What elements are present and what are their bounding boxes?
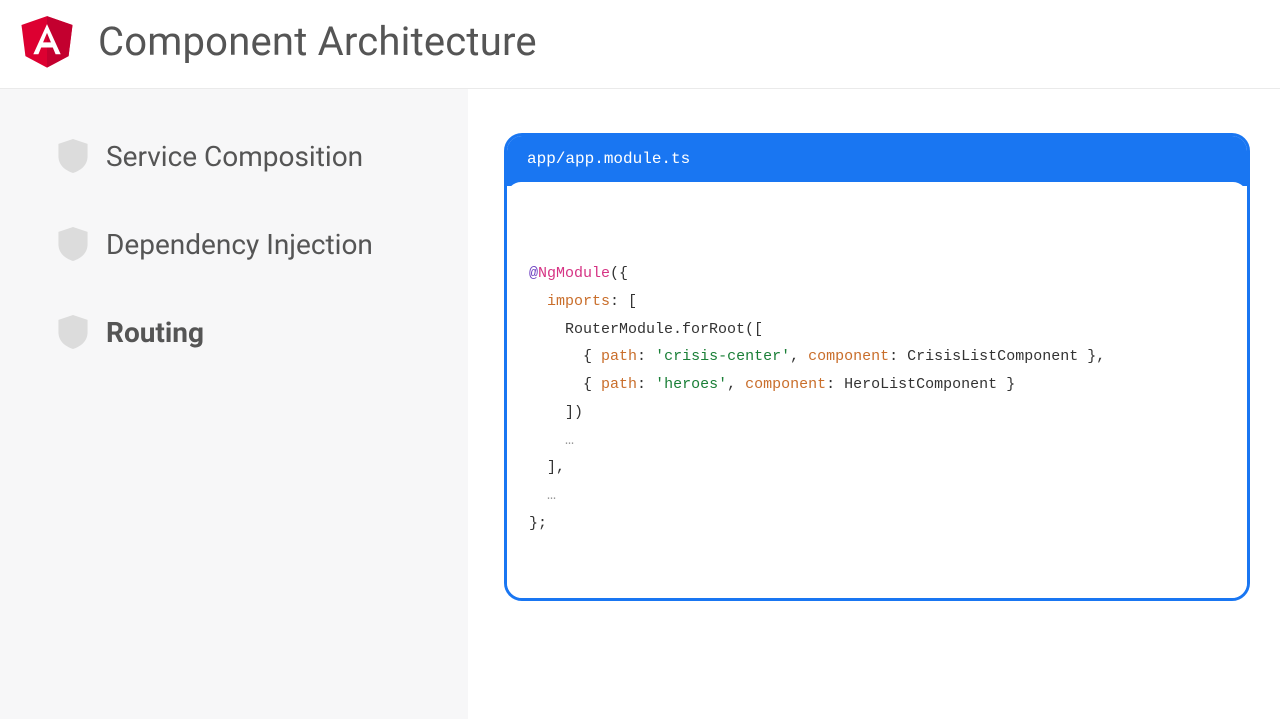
sidebar-item-label: Routing: [106, 316, 204, 349]
shield-icon: [58, 139, 88, 173]
sidebar-item-label: Dependency Injection: [106, 228, 373, 261]
main: app/app.module.ts @NgModule({ imports: […: [468, 89, 1280, 719]
sidebar-item-service-composition[interactable]: Service Composition: [58, 139, 438, 173]
sidebar-item-label: Service Composition: [106, 140, 363, 173]
code-block: @NgModule({ imports: [ RouterModule.forR…: [507, 182, 1247, 598]
angular-logo-icon: [18, 12, 76, 70]
body: Service Composition Dependency Injection…: [0, 89, 1280, 719]
code-filename: app/app.module.ts: [507, 136, 1247, 186]
header: Component Architecture: [0, 0, 1280, 89]
sidebar-item-dependency-injection[interactable]: Dependency Injection: [58, 227, 438, 261]
shield-icon: [58, 315, 88, 349]
page-title: Component Architecture: [98, 18, 537, 65]
code-card: app/app.module.ts @NgModule({ imports: […: [504, 133, 1250, 601]
sidebar: Service Composition Dependency Injection…: [0, 89, 468, 719]
shield-icon: [58, 227, 88, 261]
sidebar-item-routing[interactable]: Routing: [58, 315, 438, 349]
